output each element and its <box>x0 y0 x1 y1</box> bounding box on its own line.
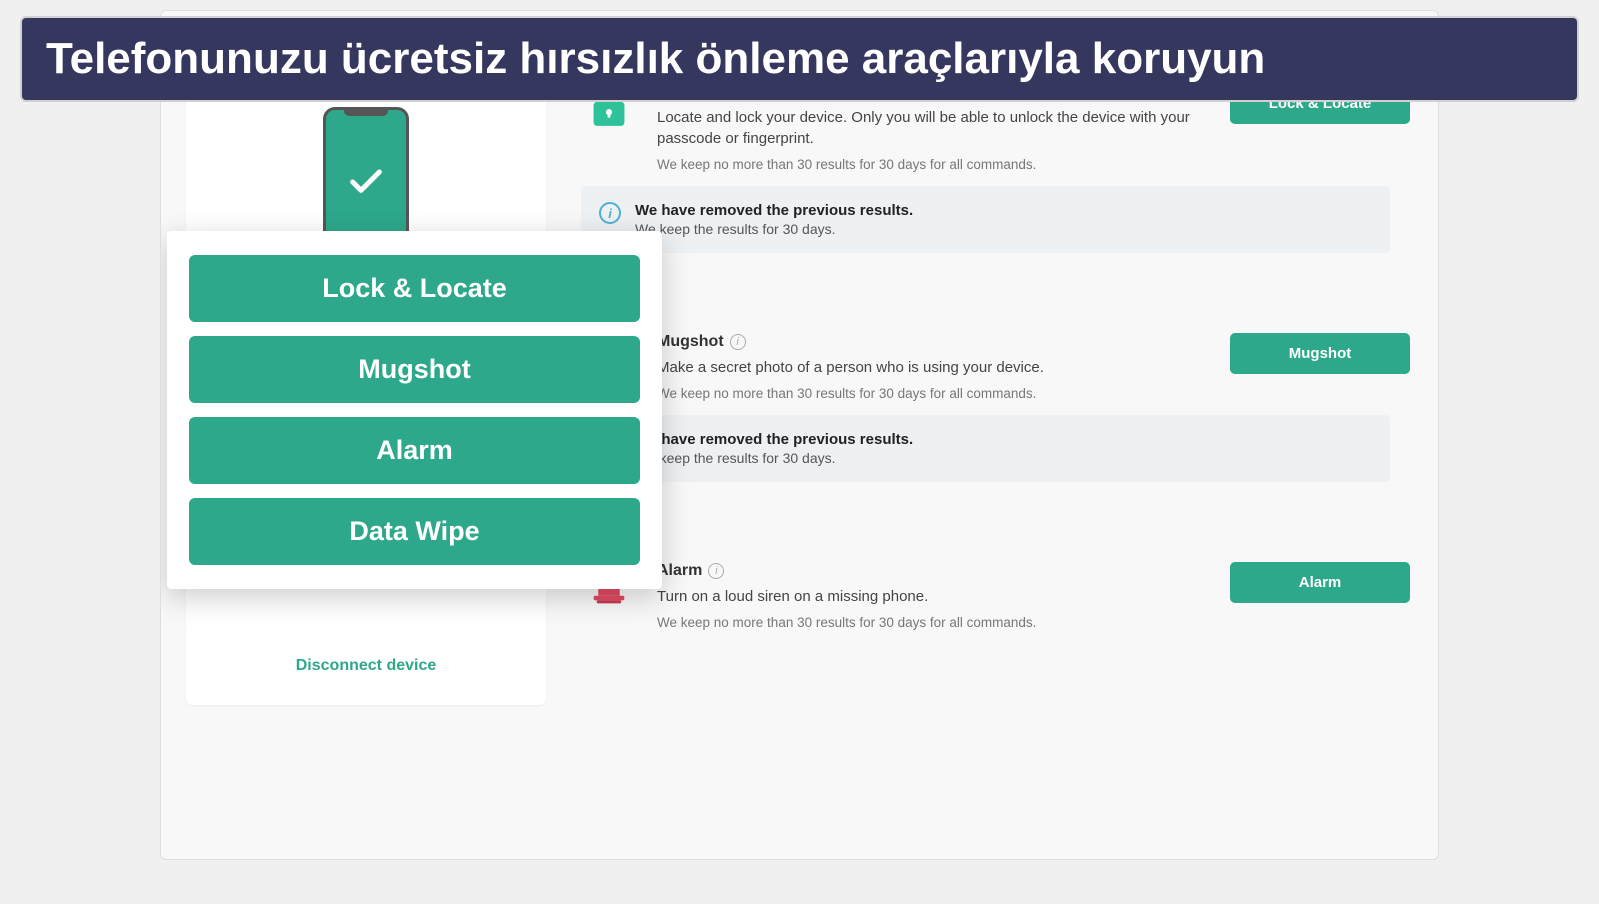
action-popup: Lock & Locate Mugshot Alarm Data Wipe <box>167 231 662 589</box>
feature-note: We keep no more than 30 results for 30 d… <box>657 157 1194 172</box>
feature-note: We keep no more than 30 results for 30 d… <box>657 615 1194 630</box>
feature-note: We keep no more than 30 results for 30 d… <box>657 386 1194 401</box>
feature-list: Lock & Locate i Locate and lock your dev… <box>581 83 1410 684</box>
info-tooltip-icon[interactable]: i <box>708 563 724 579</box>
popup-data-wipe-button[interactable]: Data Wipe <box>189 498 640 565</box>
popup-lock-locate-button[interactable]: Lock & Locate <box>189 255 640 322</box>
feature-lock-locate: Lock & Locate i Locate and lock your dev… <box>581 83 1410 263</box>
disconnect-device-link[interactable]: Disconnect device <box>210 657 522 675</box>
info-tooltip-icon[interactable]: i <box>730 334 746 350</box>
feature-title-text: Mugshot <box>657 333 724 351</box>
promo-banner-text: Telefonunuzu ücretsiz hırsızlık önleme a… <box>46 34 1265 83</box>
feature-description: Locate and lock your device. Only you wi… <box>657 107 1194 149</box>
promo-banner: Telefonunuzu ücretsiz hırsızlık önleme a… <box>20 16 1579 102</box>
info-box-subtitle: We keep the results for 30 days. <box>635 221 913 237</box>
feature-description: Turn on a loud siren on a missing phone. <box>657 586 1194 607</box>
checkmark-icon <box>346 162 386 202</box>
mugshot-button[interactable]: Mugshot <box>1230 333 1410 374</box>
feature-description: Make a secret photo of a person who is u… <box>657 357 1194 378</box>
feature-alarm: Alarm i Turn on a loud siren on a missin… <box>581 522 1410 654</box>
feature-mugshot: Mugshot i Make a secret photo of a perso… <box>581 293 1410 492</box>
alarm-button[interactable]: Alarm <box>1230 562 1410 603</box>
info-box: i We have removed the previous results. … <box>581 186 1390 253</box>
info-box-title: We have removed the previous results. <box>635 431 913 448</box>
main-panel: Disconnect device Lock & Locate Mugshot … <box>160 10 1439 860</box>
info-box-subtitle: We keep the results for 30 days. <box>635 450 913 466</box>
feature-title-text: Alarm <box>657 562 702 580</box>
info-box-title: We have removed the previous results. <box>635 202 913 219</box>
info-icon: i <box>599 202 621 224</box>
info-box: i We have removed the previous results. … <box>581 415 1390 482</box>
popup-mugshot-button[interactable]: Mugshot <box>189 336 640 403</box>
popup-alarm-button[interactable]: Alarm <box>189 417 640 484</box>
